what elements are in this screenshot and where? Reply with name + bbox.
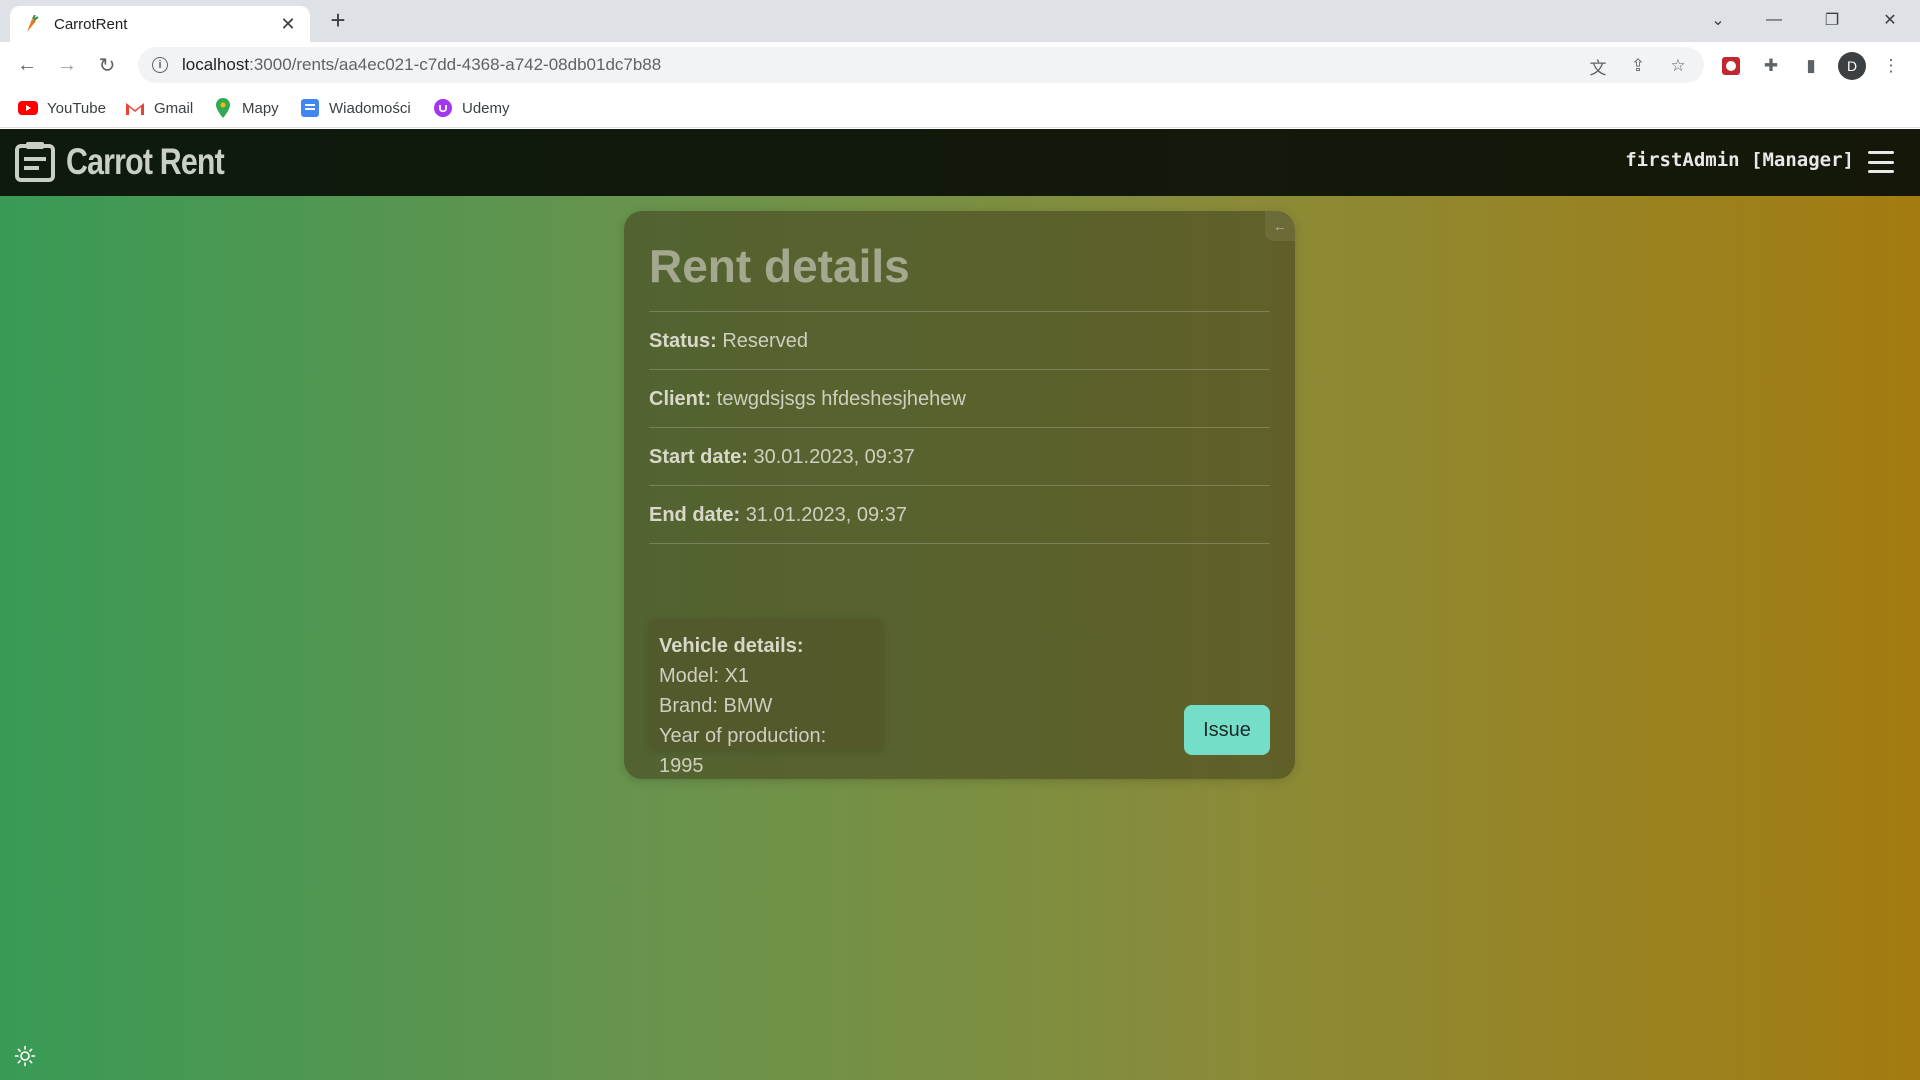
theme-toggle-icon[interactable] xyxy=(14,1045,36,1067)
app-navbar: Carrot Rent firstAdmin [Manager] xyxy=(0,129,1920,196)
end-date-field: End date: 31.01.2023, 09:37 xyxy=(649,504,907,527)
browser-tab-strip: CarrotRent ✕ + ⌄ — ❐ ✕ xyxy=(0,0,1920,42)
clipboard-icon xyxy=(15,142,55,182)
tab-close-icon[interactable]: ✕ xyxy=(278,14,298,35)
start-date-label: Start date: xyxy=(649,446,748,468)
bookmark-youtube[interactable]: YouTube xyxy=(18,96,106,120)
status-field: Status: Reserved xyxy=(649,330,808,353)
tab-search-icon[interactable]: ⌄ xyxy=(1690,0,1746,40)
share-icon[interactable]: ⇪ xyxy=(1628,56,1648,76)
user-role-label[interactable]: firstAdmin [Manager] xyxy=(1625,149,1854,171)
youtube-icon xyxy=(18,98,38,118)
bookmarks-bar: YouTube Gmail Mapy Wiadomości Udemy xyxy=(0,88,1920,128)
bookmark-label: YouTube xyxy=(47,99,106,117)
tab-title: CarrotRent xyxy=(54,15,128,33)
url-path: :3000/rents/aa4ec021-c7dd-4368-a742-08db… xyxy=(249,55,662,74)
bookmark-udemy[interactable]: Udemy xyxy=(433,96,510,120)
carrot-favicon-icon xyxy=(22,15,40,33)
status-value: Reserved xyxy=(722,330,808,352)
divider xyxy=(649,311,1270,312)
bookmark-wiadomosci[interactable]: Wiadomości xyxy=(300,96,411,120)
reload-icon[interactable]: ↻ xyxy=(93,51,121,79)
back-icon[interactable]: ← xyxy=(13,51,41,79)
client-value: tewgdsjsgs hfdeshesjhehew xyxy=(716,388,966,410)
vehicle-year: Year of production: 1995 xyxy=(659,725,827,777)
url-host: localhost xyxy=(182,55,250,74)
bookmark-label: Wiadomości xyxy=(329,99,411,117)
divider xyxy=(649,369,1270,370)
gmail-icon xyxy=(125,98,145,118)
issue-button[interactable]: Issue xyxy=(1184,705,1270,755)
new-tab-button[interactable]: + xyxy=(324,5,352,35)
vehicle-brand: Brand: BMW xyxy=(659,695,773,717)
start-date-field: Start date: 30.01.2023, 09:37 xyxy=(649,446,915,469)
page-title: Rent details xyxy=(649,240,910,292)
side-panel-icon[interactable]: ▮ xyxy=(1800,55,1822,77)
client-field: Client: tewgdsjsgs hfdeshesjhehew xyxy=(649,388,966,411)
news-icon xyxy=(300,98,320,118)
forward-icon[interactable]: → xyxy=(53,51,81,79)
bookmark-star-icon[interactable]: ☆ xyxy=(1668,56,1688,76)
start-date-value: 30.01.2023, 09:37 xyxy=(753,446,915,468)
more-menu-icon[interactable]: ⋮ xyxy=(1880,55,1902,77)
bookmark-label: Mapy xyxy=(242,99,279,117)
status-label: Status: xyxy=(649,330,717,352)
udemy-icon xyxy=(433,98,453,118)
profile-avatar[interactable]: D xyxy=(1838,52,1866,80)
minimize-button[interactable]: — xyxy=(1746,0,1802,40)
rent-details-card: ← Rent details Status: Reserved Client: … xyxy=(624,211,1295,779)
vehicle-heading: Vehicle details: xyxy=(659,635,804,657)
app-page: Carrot Rent firstAdmin [Manager] ← Rent … xyxy=(0,129,1920,1080)
close-window-button[interactable]: ✕ xyxy=(1862,0,1918,40)
divider xyxy=(649,485,1270,486)
end-date-value: 31.01.2023, 09:37 xyxy=(745,504,907,526)
divider xyxy=(649,543,1270,544)
translate-icon[interactable]: 文 xyxy=(1588,56,1608,78)
brand-name: Carrot Rent xyxy=(66,141,225,182)
vehicle-model: Model: X1 xyxy=(659,665,750,687)
site-info-icon[interactable]: i xyxy=(152,57,168,73)
bookmark-gmail[interactable]: Gmail xyxy=(125,96,193,120)
extension-icon[interactable] xyxy=(1720,55,1742,77)
vehicle-details-box: Vehicle details: Model: X1 Brand: BMW Ye… xyxy=(649,619,883,777)
bookmark-label: Udemy xyxy=(462,99,510,117)
restore-button[interactable]: ❐ xyxy=(1804,0,1860,40)
bookmark-mapy[interactable]: Mapy xyxy=(213,96,279,120)
end-date-label: End date: xyxy=(649,504,741,526)
back-arrow-icon[interactable]: ← xyxy=(1265,211,1295,241)
extensions-puzzle-icon[interactable]: ✚ xyxy=(1760,55,1782,77)
bookmark-label: Gmail xyxy=(154,99,194,117)
hamburger-menu-icon[interactable] xyxy=(1868,151,1894,173)
client-label: Client: xyxy=(649,388,712,410)
maps-icon xyxy=(213,98,233,118)
browser-toolbar: ← → ↻ i localhost:3000/rents/aa4ec021-c7… xyxy=(0,42,1920,88)
divider xyxy=(649,427,1270,428)
brand-logo[interactable]: Carrot Rent xyxy=(14,141,259,183)
address-bar[interactable]: i localhost:3000/rents/aa4ec021-c7dd-436… xyxy=(138,47,1704,83)
browser-tab[interactable]: CarrotRent ✕ xyxy=(10,6,310,42)
